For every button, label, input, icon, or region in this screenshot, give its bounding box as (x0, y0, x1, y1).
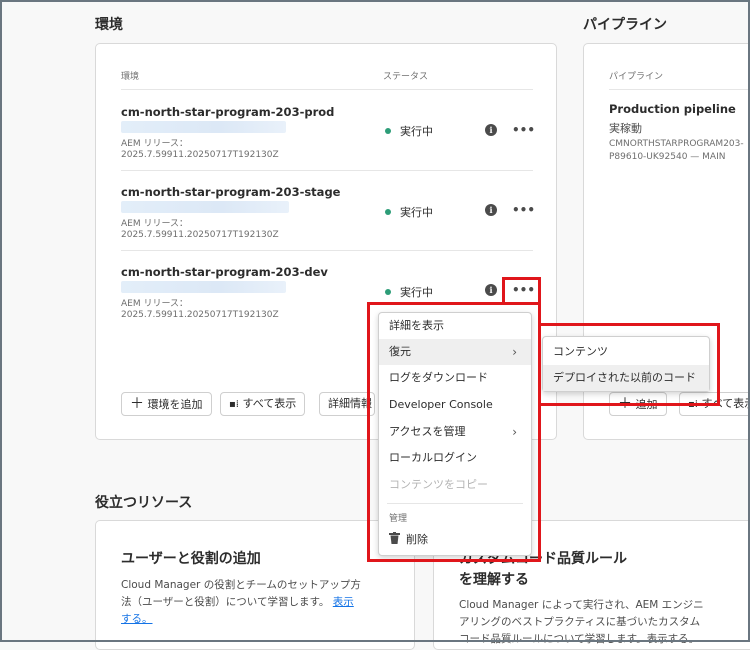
status-dot-icon (385, 209, 391, 215)
resources-title: 役立つリソース (95, 495, 193, 511)
status-dot-icon (385, 128, 391, 134)
pipeline-name[interactable]: Production pipeline (609, 102, 736, 116)
divider (121, 89, 533, 90)
release-label: AEM リリース： (121, 219, 189, 229)
resource-card-text: Cloud Manager の役割とチームのセットアップ方 (121, 579, 361, 591)
environment-url-redacted (121, 201, 289, 213)
resource-card-title-cont: を理解する (459, 572, 529, 588)
info-icon[interactable]: i (485, 124, 497, 136)
show-all-pipelines-button[interactable]: ▪⁞ すべて表示 (679, 392, 750, 416)
details-button[interactable]: 詳細情報 (319, 392, 375, 416)
environment-name-stage[interactable]: cm-north-star-program-203-stage (121, 185, 340, 199)
menu-item-local-login[interactable]: ローカルログイン (379, 445, 531, 471)
pipeline-repo: CMNORTHSTARPROGRAM203- (609, 139, 744, 149)
release-version: 2025.7.59911.20250717T192130Z (121, 310, 279, 320)
column-header-status: ステータス (383, 72, 429, 82)
menu-item-download-logs[interactable]: ログをダウンロード (379, 365, 531, 391)
release-version: 2025.7.59911.20250717T192130Z (121, 230, 279, 240)
pipeline-status: 実稼動 (609, 122, 642, 135)
environment-name-prod[interactable]: cm-north-star-program-203-prod (121, 105, 334, 119)
info-icon[interactable]: i (485, 284, 497, 296)
chevron-right-icon: › (512, 425, 517, 439)
status-dot-icon (385, 289, 391, 295)
menu-item-view-details[interactable]: 詳細を表示 (379, 313, 531, 339)
submenu-item-content[interactable]: コンテンツ (543, 339, 709, 365)
resource-card-link-cont[interactable]: する。 (121, 611, 153, 628)
more-icon[interactable]: ••• (512, 124, 535, 136)
divider (387, 503, 523, 504)
release-label: AEM リリース： (121, 299, 189, 309)
resource-card-title: ユーザーと役割の追加 (121, 551, 261, 567)
divider (121, 170, 533, 171)
menu-item-restore[interactable]: 復元 › (379, 339, 531, 365)
status-running: 実行中 (385, 284, 433, 300)
show-all-environments-button[interactable]: ▪⁞ すべて表示 (220, 392, 306, 416)
show-link[interactable]: 表示 (333, 596, 354, 608)
view-all-icon: ▪⁞ (688, 399, 698, 410)
environment-url-redacted (121, 281, 286, 293)
plus-icon: ＋ (130, 396, 144, 412)
environments-title: 環境 (95, 17, 123, 33)
resource-card-text: コード品質ルールについて学習します。表示する。 (459, 633, 700, 645)
resource-card-users: ユーザーと役割の追加 Cloud Manager の役割とチームのセットアップ方… (95, 520, 415, 650)
menu-section-label: 管理 (389, 514, 408, 524)
menu-item-developer-console[interactable]: Developer Console (379, 392, 531, 418)
release-label: AEM リリース： (121, 139, 189, 149)
pipeline-branch: P89610-UK92540 — MAIN (609, 152, 726, 162)
menu-item-manage-access[interactable]: アクセスを管理 › (379, 419, 531, 445)
submenu-item-previous-deployed-code[interactable]: デプロイされた以前のコード (543, 365, 709, 391)
environment-url-redacted (121, 121, 286, 133)
plus-icon: ＋ (618, 396, 632, 412)
resource-card-text: アリングのベストプラクティスに基づいたカスタム (459, 616, 701, 628)
restore-submenu: コンテンツ デプロイされた以前のコード (542, 336, 710, 392)
trash-icon (389, 532, 400, 544)
view-all-icon: ▪⁞ (229, 399, 239, 410)
menu-item-copy-content: コンテンツをコピー (389, 478, 488, 491)
add-environment-button[interactable]: ＋ 環境を追加 (121, 392, 212, 416)
resource-card-text: 法（ユーザーと役割）について学習します。 表示 (121, 596, 354, 608)
divider (609, 89, 750, 90)
divider (121, 250, 533, 251)
pipelines-title: パイプライン (583, 17, 667, 33)
menu-item-delete[interactable]: 削除 (379, 527, 531, 553)
info-icon[interactable]: i (485, 204, 497, 216)
status-running: 実行中 (385, 204, 433, 220)
environment-context-menu: 詳細を表示 復元 › ログをダウンロード Developer Console アク… (378, 312, 532, 556)
release-version: 2025.7.59911.20250717T192130Z (121, 150, 279, 160)
environment-name-dev[interactable]: cm-north-star-program-203-dev (121, 265, 328, 279)
more-icon[interactable]: ••• (512, 204, 535, 216)
column-header-environment: 環境 (121, 72, 140, 82)
status-running: 実行中 (385, 123, 433, 139)
chevron-right-icon: › (512, 345, 517, 359)
more-icon[interactable]: ••• (512, 284, 535, 296)
resource-card-text: Cloud Manager によって実行され、AEM エンジニ (459, 599, 704, 611)
column-header-pipeline: パイプライン (609, 72, 664, 82)
add-pipeline-button[interactable]: ＋ 追加 (609, 392, 667, 416)
